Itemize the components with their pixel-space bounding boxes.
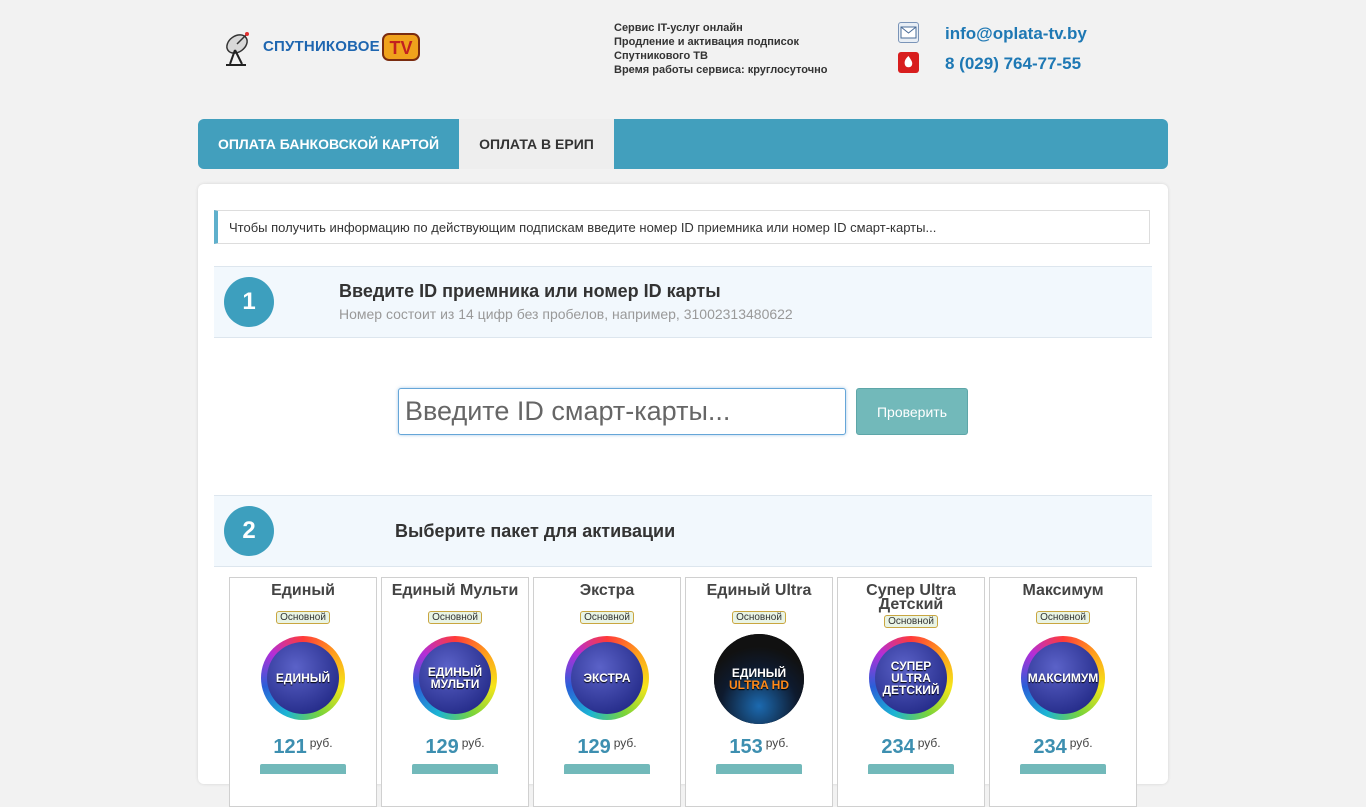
- package-name: Максимум: [1022, 582, 1104, 599]
- package-logo: ЕДИНЫЙ МУЛЬТИ: [413, 636, 497, 720]
- site-logo[interactable]: СПУТНИКОВОЕ TV: [222, 30, 427, 68]
- service-line: Продление и активация подписок: [614, 36, 799, 48]
- package-price-currency: руб.: [309, 736, 333, 750]
- package-badge: Основной: [580, 611, 634, 624]
- package-price-value: 234: [1033, 736, 1067, 758]
- package-badge: Основной: [884, 615, 938, 628]
- check-button[interactable]: Проверить: [856, 388, 968, 435]
- contact-phone[interactable]: 8 (029) 764-77-55: [898, 52, 1198, 76]
- package-badge: Основной: [276, 611, 330, 624]
- package-select-button[interactable]: [716, 764, 802, 774]
- package-price: 129 руб.: [382, 736, 528, 759]
- package-card[interactable]: Экстра Основной ЭКСТРА 129 руб.: [533, 577, 681, 807]
- envelope-icon: [898, 22, 919, 43]
- contact-email[interactable]: info@oplata-tv.by: [898, 22, 1198, 46]
- package-card[interactable]: Единый Мульти Основной ЕДИНЫЙ МУЛЬТИ 129 р…: [381, 577, 529, 807]
- package-logo-text: ДЕТСКИЙ: [882, 683, 940, 697]
- package-name: Экстра: [579, 582, 635, 599]
- package-logo-text: ULTRA HD: [729, 678, 789, 692]
- step-choose-package: 2 Выберите пакет для активации: [214, 495, 1152, 567]
- package-logo-text: МУЛЬТИ: [430, 677, 480, 691]
- package-price: 234 руб.: [838, 736, 984, 759]
- package-logo-text: ЭКСТРА: [583, 671, 631, 685]
- package-select-button[interactable]: [260, 764, 346, 774]
- satellite-dish-icon: [226, 32, 249, 66]
- package-logo: ЕДИНЫЙ ULTRA HD: [714, 634, 804, 724]
- step-title: Выберите пакет для активации: [395, 521, 676, 541]
- tab-erip[interactable]: ОПЛАТА В ЕРИП: [459, 119, 614, 169]
- package-price-value: 121: [273, 736, 307, 758]
- package-price-currency: руб.: [765, 736, 789, 750]
- package-name: Единый Мульти: [391, 582, 519, 599]
- package-price-currency: руб.: [1069, 736, 1093, 750]
- package-price-currency: руб.: [461, 736, 485, 750]
- mobile-operator-icon: [898, 52, 919, 73]
- package-logo-text: МАКСИМУМ: [1027, 671, 1099, 685]
- package-select-button[interactable]: [412, 764, 498, 774]
- email-link[interactable]: info@oplata-tv.by: [945, 24, 1087, 44]
- package-name: Единый Ultra: [706, 582, 812, 599]
- step-number: 2: [224, 506, 274, 556]
- payment-method-nav: ОПЛАТА БАНКОВСКОЙ КАРТОЙ ОПЛАТА В ЕРИП: [198, 119, 1168, 169]
- package-card[interactable]: Супер Ultra Детский Основной СУПЕР ULTRA Д…: [837, 577, 985, 807]
- tab-bank-card[interactable]: ОПЛАТА БАНКОВСКОЙ КАРТОЙ: [198, 119, 459, 169]
- step-subtitle: Номер состоит из 14 цифр без пробелов, н…: [339, 306, 793, 322]
- smart-card-id-input[interactable]: [398, 388, 846, 435]
- logo-tv-badge: TV: [382, 33, 420, 61]
- phone-link[interactable]: 8 (029) 764-77-55: [945, 54, 1081, 74]
- service-line: Сервис IT-услуг онлайн: [614, 22, 743, 34]
- package-name: Супер Ultra Детский: [866, 582, 956, 613]
- logo-text: СПУТНИКОВОЕ: [263, 38, 380, 55]
- package-badge: Основной: [732, 611, 786, 624]
- package-logo: МАКСИМУМ: [1021, 636, 1105, 720]
- package-logo-text: ЕДИНЫЙ: [275, 671, 331, 685]
- package-badge: Основной: [428, 611, 482, 624]
- service-line: Спутникового ТВ: [614, 50, 708, 62]
- package-price: 234 руб.: [990, 736, 1136, 759]
- main-panel: Чтобы получить информацию по действующим…: [198, 184, 1168, 807]
- site-header: СПУТНИКОВОЕ TV Сервис IT-услуг онлайн Пр…: [0, 0, 1366, 110]
- package-price: 121 руб.: [230, 736, 376, 759]
- package-logo: ЕДИНЫЙ: [261, 636, 345, 720]
- package-select-button[interactable]: [1020, 764, 1106, 774]
- package-price-currency: руб.: [917, 736, 941, 750]
- package-name: Единый: [271, 582, 335, 599]
- package-card[interactable]: Максимум Основной МАКСИМУМ 234 руб.: [989, 577, 1137, 807]
- package-price: 129 руб.: [534, 736, 680, 759]
- package-select-button[interactable]: [868, 764, 954, 774]
- info-notice: Чтобы получить информацию по действующим…: [214, 210, 1150, 244]
- package-logo: СУПЕР ULTRA ДЕТСКИЙ: [869, 636, 953, 720]
- package-price-value: 129: [577, 736, 611, 758]
- package-price-currency: руб.: [613, 736, 637, 750]
- package-price: 153 руб.: [686, 736, 832, 759]
- package-badge: Основной: [1036, 611, 1090, 624]
- service-line: Время работы сервиса: круглосуточно: [614, 64, 828, 76]
- step-title: Введите ID приемника или номер ID карты: [339, 281, 721, 301]
- package-price-value: 153: [729, 736, 763, 758]
- package-select-button[interactable]: [564, 764, 650, 774]
- package-price-value: 234: [881, 736, 915, 758]
- step-enter-id: 1 Введите ID приемника или номер ID карт…: [214, 266, 1152, 338]
- package-card[interactable]: Единый Основной ЕДИНЫЙ 121 руб.: [229, 577, 377, 807]
- package-card[interactable]: Единый Ultra Основной ЕДИНЫЙ ULTRA HD 153…: [685, 577, 833, 807]
- package-logo: ЭКСТРА: [565, 636, 649, 720]
- package-price-value: 129: [425, 736, 459, 758]
- step-number: 1: [224, 277, 274, 327]
- service-info: Сервис IT-услуг онлайн Продление и актив…: [614, 21, 827, 77]
